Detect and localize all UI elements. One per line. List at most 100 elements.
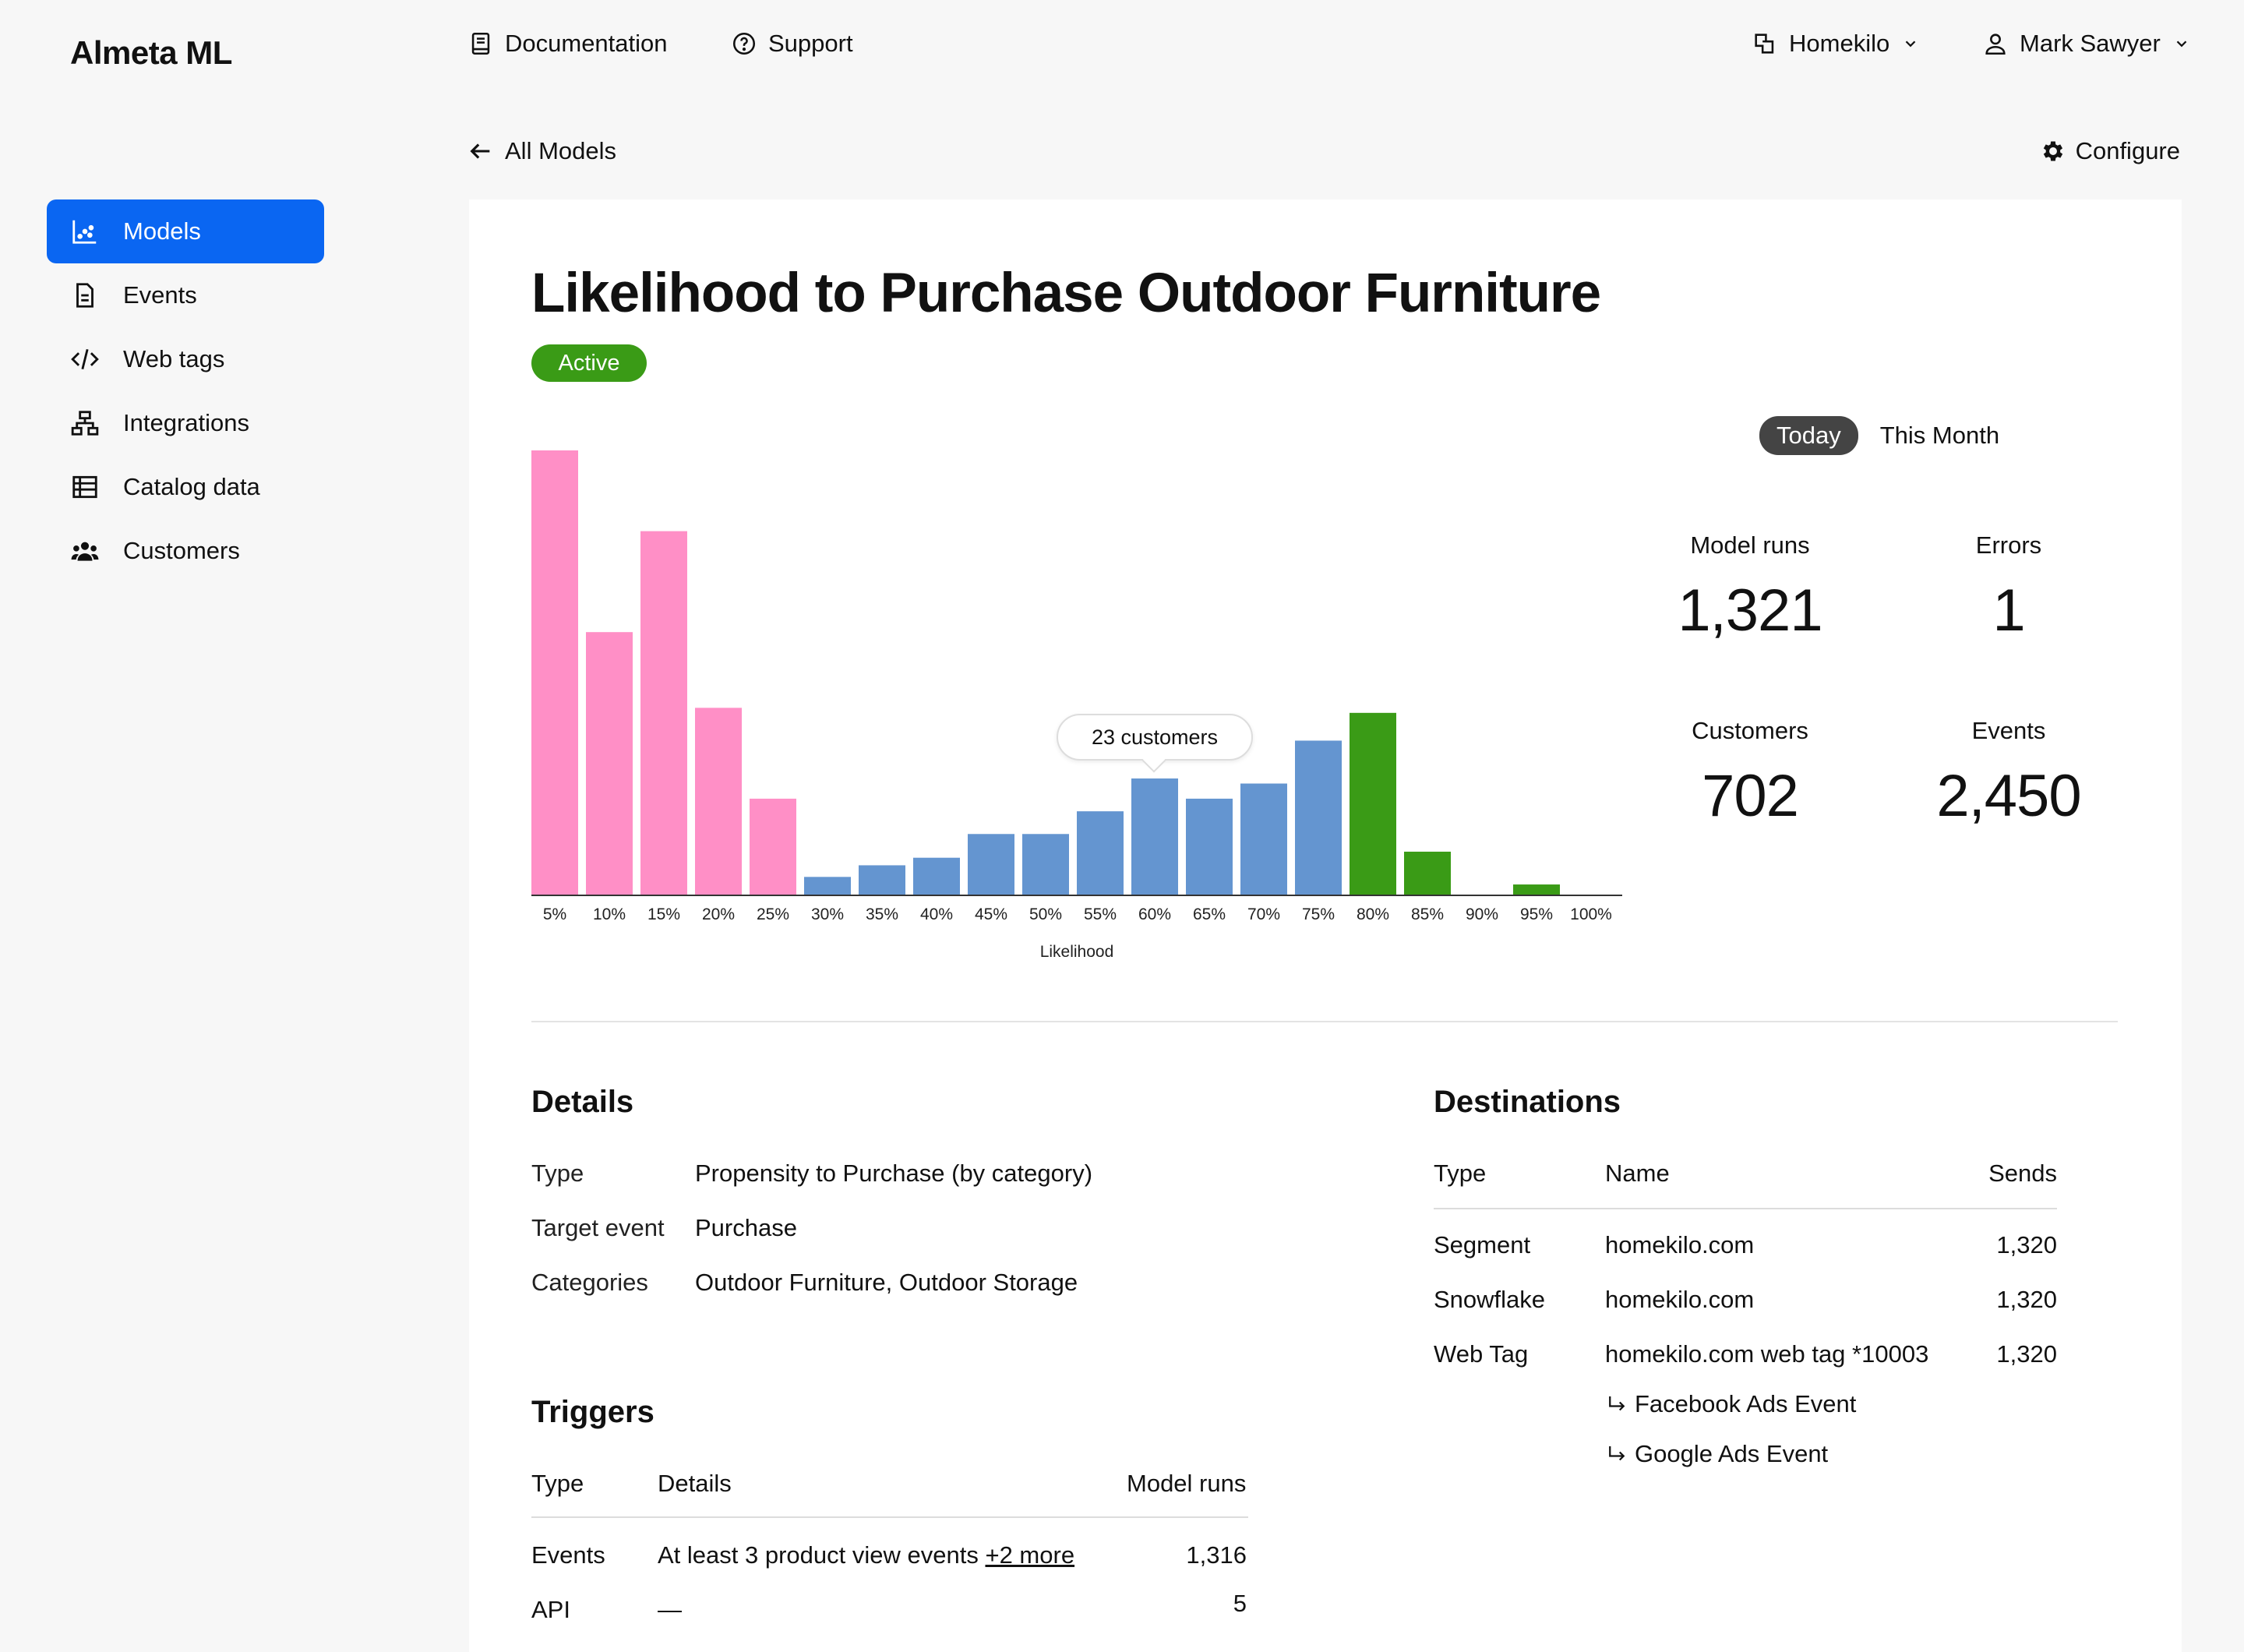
histogram-bar[interactable]	[1186, 798, 1233, 895]
section-divider	[531, 1021, 2118, 1022]
return-arrow-icon	[1609, 1446, 1625, 1461]
sidebar-item-events[interactable]: Events	[47, 263, 324, 327]
destination-name[interactable]: homekilo.com web tag *10003	[1605, 1340, 1928, 1368]
histogram-bar[interactable]	[531, 450, 578, 895]
x-tick-label: 25%	[757, 905, 789, 923]
user-menu[interactable]: Mark Sawyer	[1982, 30, 2190, 58]
return-arrow-icon	[1609, 1396, 1625, 1411]
stat-value: 2,450	[1936, 763, 2081, 829]
histogram-bar[interactable]	[859, 865, 905, 895]
sidebar-item-web-tags[interactable]: Web tags	[47, 327, 324, 391]
destination-name[interactable]: homekilo.com	[1605, 1286, 1754, 1314]
chart-tooltip: 23 customers	[1057, 714, 1253, 761]
configure-button[interactable]: Configure	[2040, 137, 2180, 165]
stat-events: Events 2,450	[1892, 717, 2126, 830]
detail-value: Purchase	[695, 1214, 797, 1241]
table-icon	[72, 475, 97, 499]
stat-errors: Errors 1	[1892, 531, 2126, 644]
documentation-link[interactable]: Documentation	[468, 30, 668, 58]
user-name: Mark Sawyer	[2020, 30, 2161, 57]
histogram-bar[interactable]	[640, 531, 687, 895]
destination-type: Segment	[1434, 1231, 1531, 1258]
histogram-bar[interactable]	[1131, 778, 1178, 895]
stat-value: 1,321	[1678, 577, 1822, 644]
x-tick-label: 45%	[975, 905, 1007, 923]
stat-label: Customers	[1692, 717, 1808, 744]
workspace-label: Homekilo	[1789, 30, 1890, 57]
table-header-divider	[531, 1516, 1248, 1518]
triggers-col-type: Type	[531, 1470, 584, 1497]
destination-sends: 1,320	[1996, 1286, 2057, 1313]
x-tick-label: 90%	[1466, 905, 1498, 923]
support-link[interactable]: Support	[731, 30, 853, 58]
destination-type: Snowflake	[1434, 1286, 1546, 1313]
detail-value: Propensity to Purchase (by category)	[695, 1160, 1093, 1187]
destination-type: Web Tag	[1434, 1340, 1529, 1368]
x-tick-label: 35%	[866, 905, 898, 923]
period-today-button[interactable]: Today	[1759, 416, 1858, 455]
help-circle-icon	[732, 32, 756, 55]
sidebar-item-label: Customers	[123, 537, 240, 564]
trigger-details: At least 3 product view events +2 more	[658, 1541, 1074, 1569]
x-tick-label: 60%	[1138, 905, 1171, 923]
configure-label: Configure	[2075, 137, 2180, 164]
destination-sends: 1,320	[1996, 1231, 2057, 1258]
sidebar-item-label: Integrations	[123, 409, 249, 436]
details-heading: Details	[531, 1085, 634, 1119]
destination-name[interactable]: homekilo.com	[1605, 1231, 1754, 1259]
code-icon	[71, 348, 99, 370]
detail-label: Type	[531, 1160, 584, 1187]
histogram-bar[interactable]	[1295, 740, 1342, 895]
arrow-left-icon	[470, 143, 490, 159]
x-tick-label: 100%	[1570, 905, 1612, 923]
x-tick-label: 10%	[593, 905, 626, 923]
back-label: All Models	[505, 137, 616, 164]
histogram-bar[interactable]	[1513, 884, 1560, 895]
x-tick-label: 70%	[1247, 905, 1280, 923]
trigger-more-link[interactable]: +2 more	[985, 1541, 1074, 1569]
period-month-button[interactable]: This Month	[1880, 422, 1999, 450]
destinations-col-sends: Sends	[1988, 1160, 2057, 1187]
x-axis-label: Likelihood	[1040, 943, 1114, 961]
histogram-bar[interactable]	[1022, 834, 1069, 895]
histogram-bar[interactable]	[750, 798, 796, 895]
sidebar-item-integrations[interactable]: Integrations	[47, 391, 324, 455]
gear-icon	[2043, 141, 2062, 161]
histogram-bar[interactable]	[913, 857, 960, 895]
app-logo[interactable]: Almeta ML	[70, 34, 232, 72]
stat-label: Errors	[1975, 531, 2042, 559]
sidebar-item-label: Events	[123, 281, 197, 309]
sidebar-item-catalog-data[interactable]: Catalog data	[47, 455, 324, 519]
histogram-bar[interactable]	[804, 877, 851, 895]
sidebar-item-models[interactable]: Models	[47, 199, 324, 263]
stat-label: Events	[1971, 717, 2046, 744]
workspace-switcher[interactable]: Homekilo	[1752, 30, 1919, 58]
triggers-col-model-runs: Model runs	[1127, 1470, 1247, 1497]
stat-customers: Customers 702	[1633, 717, 1867, 830]
trigger-details-event: product view events	[764, 1541, 979, 1569]
x-tick-label: 65%	[1193, 905, 1226, 923]
histogram-bar[interactable]	[1350, 712, 1396, 895]
destination-sub-event: Google Ads Event	[1605, 1440, 1828, 1468]
sidebar-item-label: Models	[123, 217, 201, 245]
sidebar: Models Events Web tags Integrations Cata…	[47, 199, 324, 583]
destinations-col-name: Name	[1605, 1160, 1670, 1187]
histogram-bar[interactable]	[968, 834, 1014, 895]
x-tick-label: 85%	[1411, 905, 1444, 923]
triggers-heading: Triggers	[531, 1395, 654, 1429]
sidebar-item-customers[interactable]: Customers	[47, 519, 324, 583]
back-to-models-link[interactable]: All Models	[468, 137, 616, 165]
chart-icon	[72, 220, 97, 244]
histogram-bar[interactable]	[1077, 811, 1124, 895]
histogram-bar[interactable]	[1240, 783, 1287, 895]
x-tick-label: 30%	[811, 905, 844, 923]
detail-value: Outdoor Furniture, Outdoor Storage	[695, 1269, 1078, 1296]
histogram-bar[interactable]	[1404, 851, 1451, 895]
x-tick-label: 50%	[1029, 905, 1062, 923]
book-icon	[471, 32, 490, 55]
histogram-bar[interactable]	[695, 708, 742, 895]
histogram-bar[interactable]	[586, 632, 633, 895]
network-icon	[71, 411, 99, 436]
x-tick-label: 75%	[1302, 905, 1335, 923]
document-icon	[76, 283, 94, 308]
